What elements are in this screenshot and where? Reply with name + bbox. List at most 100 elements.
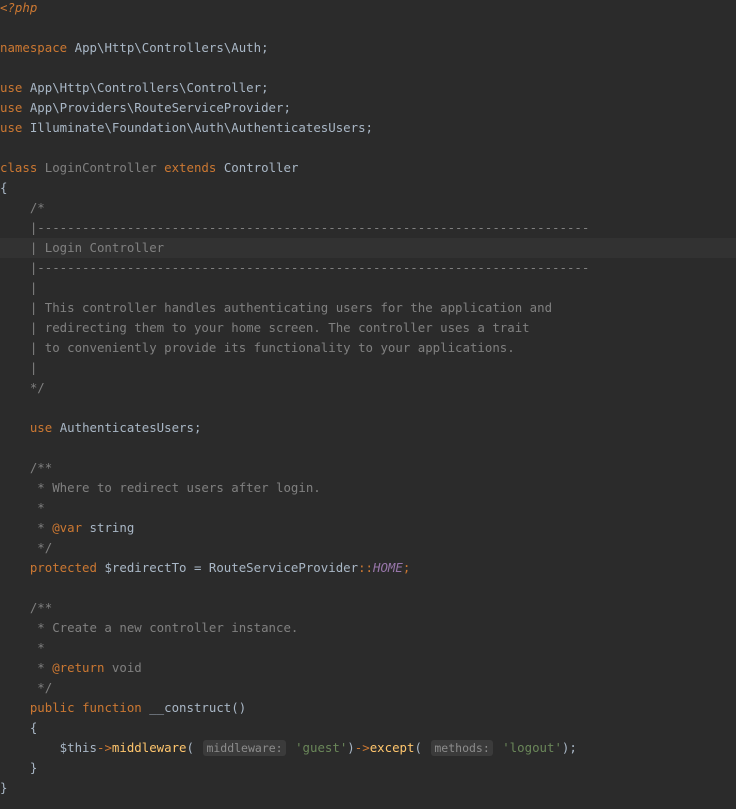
code-token: /*: [0, 200, 45, 215]
code-token: | redirecting them to your home screen. …: [0, 320, 530, 335]
code-token: /**: [0, 460, 53, 475]
code-line[interactable]: use Illuminate\Foundation\Auth\Authentic…: [0, 118, 736, 138]
code-line[interactable]: | Login Controller: [0, 238, 736, 258]
code-token: | This controller handles authenticating…: [0, 300, 553, 315]
code-token: }: [0, 780, 8, 795]
code-line[interactable]: {: [0, 178, 736, 198]
code-token: App\Http\Controllers\Auth;: [74, 40, 269, 55]
code-token: Illuminate\Foundation\Auth\Authenticates…: [29, 120, 373, 135]
code-token: $this: [0, 740, 97, 755]
code-token: */: [0, 540, 53, 555]
code-line[interactable]: |---------------------------------------…: [0, 258, 736, 278]
code-editor[interactable]: <?php namespace App\Http\Controllers\Auth…: [0, 0, 736, 809]
code-token: use: [0, 120, 30, 135]
parameter-hint: methods:: [431, 740, 493, 756]
code-token: string: [82, 520, 135, 535]
code-token: (: [414, 740, 430, 755]
code-line[interactable]: */: [0, 538, 736, 558]
code-token: Controller: [223, 160, 299, 175]
code-token: use: [0, 100, 30, 115]
code-token: *: [0, 500, 45, 515]
code-token: {: [0, 180, 8, 195]
code-line[interactable]: namespace App\Http\Controllers\Auth;: [0, 38, 736, 58]
code-line[interactable]: [0, 18, 736, 38]
code-token: namespace: [0, 40, 75, 55]
code-token: {: [0, 720, 38, 735]
code-line[interactable]: | to conveniently provide its functional…: [0, 338, 736, 358]
code-line[interactable]: |---------------------------------------…: [0, 218, 736, 238]
code-line[interactable]: public function __construct(): [0, 698, 736, 718]
code-token: }: [0, 760, 38, 775]
code-token: void: [104, 660, 142, 675]
code-line[interactable]: | redirecting them to your home screen. …: [0, 318, 736, 338]
code-line[interactable]: */: [0, 678, 736, 698]
code-line[interactable]: */: [0, 378, 736, 398]
code-token: ;: [402, 560, 411, 575]
code-line[interactable]: $this->middleware( middleware: 'guest')-…: [0, 738, 736, 758]
code-line[interactable]: /*: [0, 198, 736, 218]
code-line[interactable]: }: [0, 778, 736, 798]
code-token: function: [82, 700, 150, 715]
code-line[interactable]: <?php: [0, 0, 736, 18]
code-token: (: [186, 740, 202, 755]
code-token: ): [347, 740, 355, 755]
code-token: public: [0, 700, 83, 715]
code-token: $redirectTo = RouteServiceProvider: [104, 560, 359, 575]
code-token: * Create a new controller instance.: [0, 620, 299, 635]
code-line[interactable]: * @var string: [0, 518, 736, 538]
code-line[interactable]: [0, 138, 736, 158]
code-token: */: [0, 680, 53, 695]
code-token: /**: [0, 600, 53, 615]
code-line[interactable]: * Create a new controller instance.: [0, 618, 736, 638]
code-token: except: [369, 740, 415, 755]
code-line[interactable]: use App\Http\Controllers\Controller;: [0, 78, 736, 98]
code-token: 'guest': [287, 740, 348, 755]
code-line[interactable]: use AuthenticatesUsers;: [0, 418, 736, 438]
code-token: );: [561, 740, 577, 755]
code-token: AuthenticatesUsers;: [59, 420, 202, 435]
code-line[interactable]: |: [0, 278, 736, 298]
code-token: HOME: [373, 560, 403, 575]
code-line[interactable]: /**: [0, 458, 736, 478]
code-token: protected: [0, 560, 105, 575]
code-token: @var: [52, 520, 83, 535]
code-line[interactable]: use App\Providers\RouteServiceProvider;: [0, 98, 736, 118]
code-line[interactable]: {: [0, 718, 736, 738]
code-token: App\Providers\RouteServiceProvider;: [29, 100, 291, 115]
code-token: __construct(): [149, 700, 247, 715]
code-line[interactable]: |: [0, 358, 736, 378]
code-token: use: [0, 80, 30, 95]
code-token: ->: [96, 740, 112, 755]
code-token: *: [0, 660, 53, 675]
code-token: |: [0, 360, 38, 375]
code-token: ->: [354, 740, 370, 755]
code-line[interactable]: * Where to redirect users after login.: [0, 478, 736, 498]
code-line[interactable]: * @return void: [0, 658, 736, 678]
code-line[interactable]: | This controller handles authenticating…: [0, 298, 736, 318]
code-token: @return: [52, 660, 105, 675]
code-token: */: [0, 380, 45, 395]
code-token: LoginController: [44, 160, 165, 175]
code-token: 'logout': [494, 740, 562, 755]
code-token: middleware: [111, 740, 187, 755]
code-token: *: [0, 520, 53, 535]
code-token: |: [0, 280, 38, 295]
code-line[interactable]: class LoginController extends Controller: [0, 158, 736, 178]
code-line[interactable]: }: [0, 758, 736, 778]
code-line[interactable]: [0, 578, 736, 598]
parameter-hint: middleware:: [203, 740, 286, 756]
code-token: |---------------------------------------…: [0, 220, 590, 235]
code-line[interactable]: [0, 398, 736, 418]
code-line[interactable]: *: [0, 638, 736, 658]
code-token: * Where to redirect users after login.: [0, 480, 321, 495]
code-token: ::: [358, 560, 373, 575]
code-line[interactable]: protected $redirectTo = RouteServiceProv…: [0, 558, 736, 578]
code-token: class: [0, 160, 45, 175]
code-line[interactable]: /**: [0, 598, 736, 618]
code-token: | Login Controller: [0, 240, 165, 255]
code-line[interactable]: *: [0, 498, 736, 518]
code-token: | to conveniently provide its functional…: [0, 340, 515, 355]
code-line[interactable]: [0, 58, 736, 78]
code-token: *: [0, 640, 45, 655]
code-line[interactable]: [0, 438, 736, 458]
